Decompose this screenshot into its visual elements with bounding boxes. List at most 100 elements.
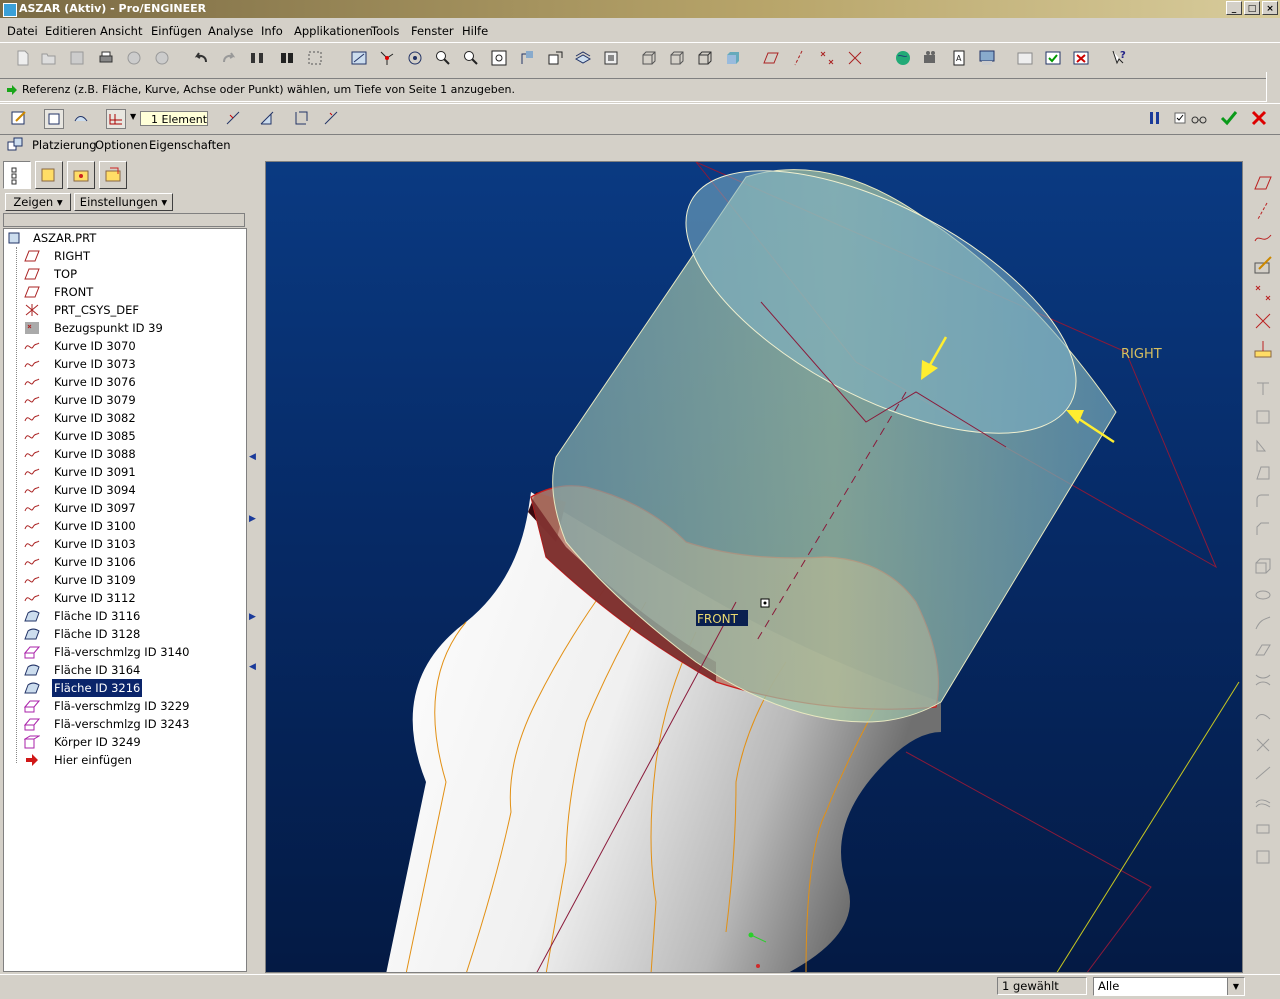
regenerate-icon[interactable]	[248, 49, 266, 67]
surface-toggle-icon[interactable]	[72, 109, 90, 127]
hidden-line-icon[interactable]	[668, 49, 686, 67]
collapse-arrow-icon[interactable]: ◀	[249, 452, 256, 462]
extend-tool-icon[interactable]	[1253, 763, 1273, 783]
remove-material-icon[interactable]	[258, 109, 276, 127]
maximize-button[interactable]: □	[1244, 1, 1260, 15]
chevron-down-icon[interactable]: ▼	[1227, 978, 1244, 995]
find-icon[interactable]	[278, 49, 296, 67]
tab-platzierung[interactable]: Platzierung	[32, 138, 97, 152]
video-icon[interactable]	[922, 49, 940, 67]
wireframe-icon[interactable]	[640, 49, 658, 67]
expand-arrow-icon[interactable]: ▶	[249, 514, 256, 524]
datum-axis-tool-icon[interactable]	[1253, 201, 1273, 221]
datum-axes-toggle-icon[interactable]	[790, 49, 808, 67]
shading-icon[interactable]	[724, 49, 742, 67]
hole-tool-icon[interactable]	[1253, 379, 1273, 399]
csys-tool-icon[interactable]	[1253, 311, 1273, 331]
open-file-icon[interactable]	[40, 49, 58, 67]
tab-optionen[interactable]: Optionen	[95, 138, 148, 152]
mail-attach-icon[interactable]	[153, 49, 171, 67]
save-icon[interactable]	[68, 49, 86, 67]
menu-einfuegen[interactable]: Einfügen	[151, 24, 202, 38]
preview-glasses-icon[interactable]	[1190, 109, 1208, 127]
depth-option-icon[interactable]	[106, 109, 126, 129]
refit-icon[interactable]	[490, 49, 508, 67]
draft-tool-icon[interactable]	[1253, 463, 1273, 483]
minimize-button[interactable]: _	[1226, 1, 1242, 15]
round-tool-icon[interactable]	[1253, 491, 1273, 511]
csys-toggle-icon[interactable]	[846, 49, 864, 67]
analysis-tool-icon[interactable]	[1253, 339, 1273, 359]
shell-tool-icon[interactable]	[1253, 407, 1273, 427]
message-scrollbar[interactable]	[1266, 72, 1280, 102]
layers-icon[interactable]	[574, 49, 592, 67]
cancel-x-icon[interactable]	[1250, 109, 1268, 127]
menu-info[interactable]: Info	[261, 24, 283, 38]
sketch-tool-icon[interactable]	[1253, 255, 1273, 275]
zoom-in-icon[interactable]	[434, 49, 452, 67]
send-mail-icon[interactable]	[125, 49, 143, 67]
chamfer-tool-icon[interactable]	[1253, 519, 1273, 539]
front-datum-plane[interactable]	[905, 751, 1152, 973]
favorites-tab-icon[interactable]	[67, 161, 95, 189]
collapse-arrow-icon[interactable]: ◀	[249, 662, 256, 672]
close-window-button[interactable]: ×	[1262, 1, 1278, 15]
windows-list-icon[interactable]	[978, 49, 996, 67]
menu-datei[interactable]: Datei	[7, 24, 38, 38]
orient-mode-icon[interactable]	[406, 49, 424, 67]
flip-direction-icon[interactable]	[224, 109, 242, 127]
datum-curve-tool-icon[interactable]	[1253, 227, 1273, 247]
menu-ansicht[interactable]: Ansicht	[100, 24, 142, 38]
model-view[interactable]: RIGHT FRONT	[266, 162, 1243, 973]
no-hidden-icon[interactable]	[696, 49, 714, 67]
trim-tool-icon[interactable]	[1253, 735, 1273, 755]
show-dropdown[interactable]: Zeigen ▾	[5, 193, 71, 211]
repaint-icon[interactable]	[350, 49, 368, 67]
redo-icon[interactable]	[220, 49, 238, 67]
rib-tool-icon[interactable]	[1253, 435, 1273, 455]
selection-filter-dropdown[interactable]: Alle ▼	[1093, 977, 1245, 996]
datum-plane-tool-icon[interactable]	[1253, 173, 1273, 193]
depth-dropdown-arrow[interactable]: ▼	[130, 112, 136, 121]
blend-tool-icon[interactable]	[1253, 641, 1273, 661]
menu-editieren[interactable]: Editieren	[45, 24, 96, 38]
offset-tool-icon[interactable]	[1253, 791, 1273, 811]
menu-analyse[interactable]: Analyse	[208, 24, 253, 38]
datum-planes-toggle-icon[interactable]	[762, 49, 780, 67]
reorient-icon[interactable]	[518, 49, 536, 67]
element-count-field[interactable]: 1 Element(e)	[140, 111, 208, 126]
merge-tool-icon[interactable]	[1253, 707, 1273, 727]
connections-tab-icon[interactable]	[99, 161, 127, 189]
thicken-tool-icon[interactable]	[1253, 819, 1273, 839]
panel-splitter[interactable]: ◀ ▶ ▶ ◀	[247, 158, 258, 973]
folder-browser-tab-icon[interactable]	[35, 161, 63, 189]
menu-applikationen[interactable]: Applikationen	[294, 24, 373, 38]
menu-tools[interactable]: Tools	[371, 24, 399, 38]
flip-thicken-icon[interactable]	[322, 109, 340, 127]
window-check-icon[interactable]	[1044, 49, 1062, 67]
preview-checkbox[interactable]	[1172, 109, 1190, 127]
select-box-icon[interactable]	[306, 49, 324, 67]
boundary-tool-icon[interactable]	[1253, 669, 1273, 689]
datum-point-tool-icon[interactable]	[1253, 283, 1273, 303]
print-icon[interactable]	[97, 49, 115, 67]
model-tree-globe-icon[interactable]	[894, 49, 912, 67]
sketch-icon[interactable]	[10, 109, 28, 127]
solidify-tool-icon[interactable]	[1253, 847, 1273, 867]
new-file-icon[interactable]	[14, 49, 32, 67]
tab-eigenschaften[interactable]: Eigenschaften	[149, 138, 231, 152]
thicken-icon[interactable]	[292, 109, 310, 127]
panel-toggle-icon[interactable]	[6, 136, 24, 154]
model-tree-tab-icon[interactable]	[3, 161, 31, 189]
datum-points-toggle-icon[interactable]	[818, 49, 836, 67]
revolve-tool-icon[interactable]	[1253, 585, 1273, 605]
zoom-out-icon[interactable]	[462, 49, 480, 67]
pause-icon[interactable]	[1146, 109, 1164, 127]
extrude-tool-icon[interactable]	[1253, 557, 1273, 577]
solid-toggle-icon[interactable]	[44, 109, 64, 129]
menu-hilfe[interactable]: Hilfe	[462, 24, 488, 38]
undo-icon[interactable]	[192, 49, 210, 67]
context-help-icon[interactable]: ?	[1110, 49, 1128, 67]
activate-window-icon[interactable]	[1016, 49, 1034, 67]
notes-icon[interactable]: A	[950, 49, 968, 67]
